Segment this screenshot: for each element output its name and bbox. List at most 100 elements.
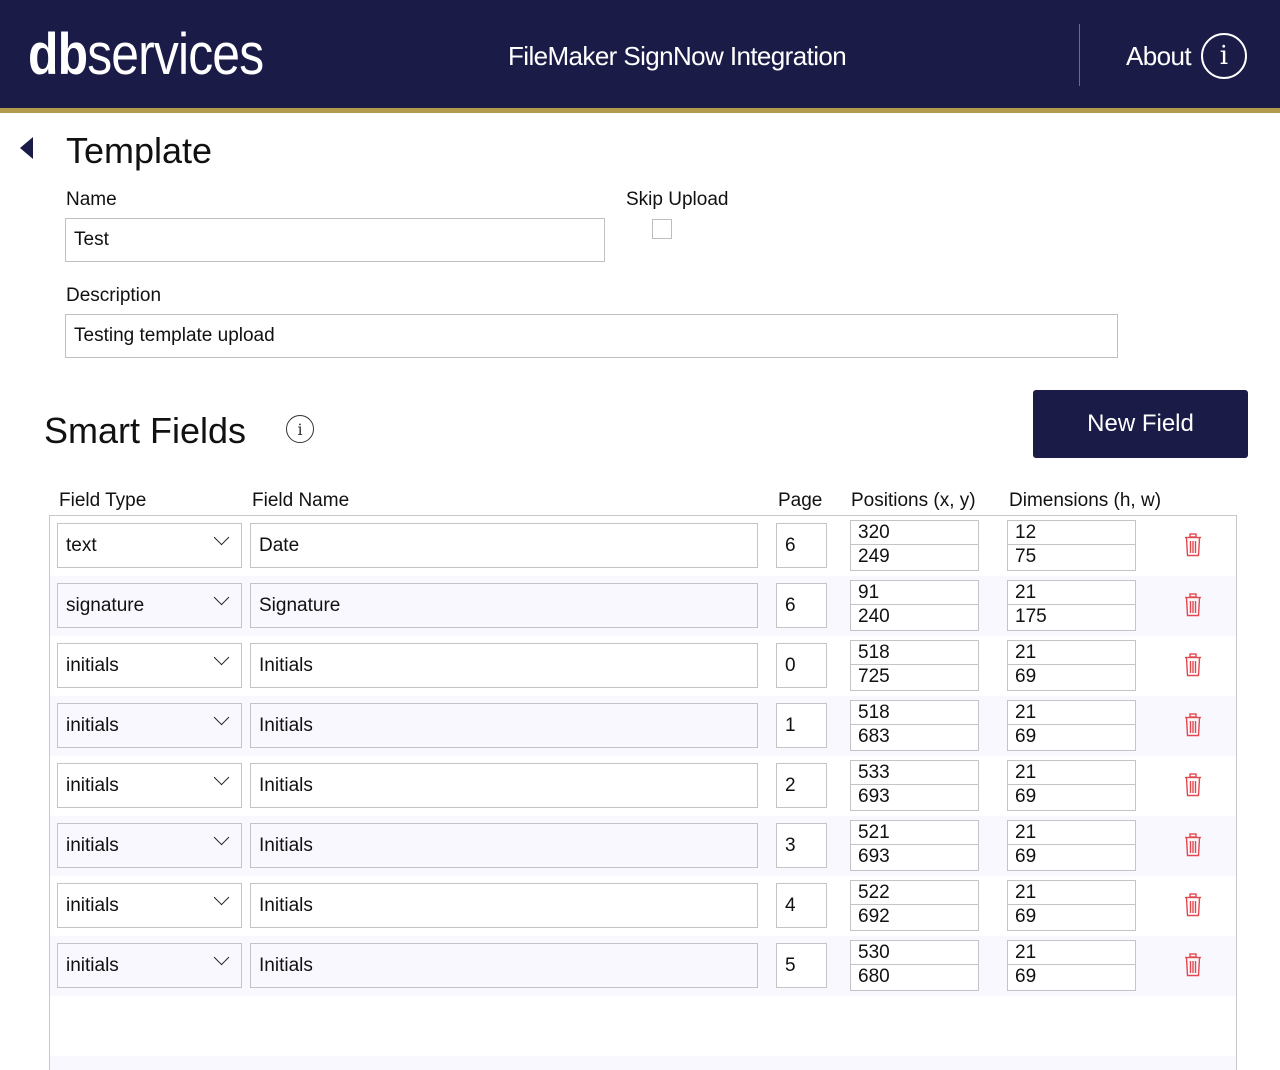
field-type-value: initials (66, 714, 119, 736)
dimension-inputs: 21 175 (1007, 580, 1136, 631)
field-type-select[interactable]: initials (57, 703, 242, 748)
page-input[interactable]: 6 (776, 523, 827, 568)
page-input[interactable]: 4 (776, 883, 827, 928)
position-y-input[interactable]: 240 (850, 605, 979, 631)
field-row: signature Signature 6 91 240 21 175 (50, 576, 1236, 636)
dimension-w-input[interactable]: 175 (1007, 605, 1136, 631)
position-x-input[interactable]: 522 (850, 880, 979, 905)
dimension-h-input[interactable]: 21 (1007, 820, 1136, 845)
field-name-input[interactable]: Initials (250, 823, 758, 868)
field-type-value: signature (66, 594, 145, 616)
position-y-input[interactable]: 693 (850, 845, 979, 871)
position-inputs: 522 692 (850, 880, 979, 931)
about-link[interactable]: About i (1126, 32, 1247, 80)
trash-icon[interactable] (1184, 713, 1202, 737)
field-type-select[interactable]: initials (57, 763, 242, 808)
trash-icon[interactable] (1184, 773, 1202, 797)
dimension-inputs: 21 69 (1007, 940, 1136, 991)
empty-row (50, 1056, 1236, 1070)
chevron-down-icon (213, 649, 230, 666)
field-name-input[interactable]: Initials (250, 643, 758, 688)
dimension-w-input[interactable]: 69 (1007, 845, 1136, 871)
trash-icon[interactable] (1184, 953, 1202, 977)
position-y-input[interactable]: 249 (850, 545, 979, 571)
position-x-input[interactable]: 530 (850, 940, 979, 965)
position-inputs: 521 693 (850, 820, 979, 871)
position-x-input[interactable]: 518 (850, 700, 979, 725)
field-type-value: initials (66, 654, 119, 676)
page-input[interactable]: 3 (776, 823, 827, 868)
field-row: initials Initials 5 530 680 21 69 (50, 936, 1236, 996)
dimension-w-input[interactable]: 75 (1007, 545, 1136, 571)
smart-fields-list: text Date 6 320 249 12 75 signature Signature 6 91… (49, 515, 1237, 1070)
position-x-input[interactable]: 91 (850, 580, 979, 605)
trash-icon[interactable] (1184, 833, 1202, 857)
field-name-input[interactable]: Initials (250, 883, 758, 928)
position-y-input[interactable]: 683 (850, 725, 979, 751)
smart-fields-title: Smart Fields (44, 410, 247, 451)
position-inputs: 533 693 (850, 760, 979, 811)
position-y-input[interactable]: 693 (850, 785, 979, 811)
dimension-inputs: 21 69 (1007, 700, 1136, 751)
column-header-field-name: Field Name (252, 490, 350, 511)
position-x-input[interactable]: 521 (850, 820, 979, 845)
page-input[interactable]: 0 (776, 643, 827, 688)
position-inputs: 320 249 (850, 520, 979, 571)
new-field-button[interactable]: New Field (1033, 390, 1248, 458)
dimension-h-input[interactable]: 21 (1007, 880, 1136, 905)
trash-icon[interactable] (1184, 653, 1202, 677)
skip-upload-checkbox[interactable] (652, 219, 672, 239)
position-y-input[interactable]: 680 (850, 965, 979, 991)
page-input[interactable]: 6 (776, 583, 827, 628)
position-x-input[interactable]: 518 (850, 640, 979, 665)
page-input[interactable]: 1 (776, 703, 827, 748)
dimension-h-input[interactable]: 21 (1007, 580, 1136, 605)
dimension-h-input[interactable]: 21 (1007, 940, 1136, 965)
trash-icon[interactable] (1184, 533, 1202, 557)
dimension-w-input[interactable]: 69 (1007, 725, 1136, 751)
field-type-select[interactable]: initials (57, 823, 242, 868)
chevron-down-icon (213, 889, 230, 906)
position-y-input[interactable]: 692 (850, 905, 979, 931)
field-row: initials Initials 4 522 692 21 69 (50, 876, 1236, 936)
page-input[interactable]: 5 (776, 943, 827, 988)
field-name-input[interactable]: Initials (250, 703, 758, 748)
field-type-select[interactable]: initials (57, 643, 242, 688)
dimension-w-input[interactable]: 69 (1007, 965, 1136, 991)
dimension-h-input[interactable]: 21 (1007, 760, 1136, 785)
dimension-h-input[interactable]: 12 (1007, 520, 1136, 545)
info-icon[interactable]: i (286, 415, 314, 443)
field-name-input[interactable]: Date (250, 523, 758, 568)
description-input[interactable] (65, 314, 1118, 358)
dimension-w-input[interactable]: 69 (1007, 665, 1136, 691)
field-name-input[interactable]: Initials (250, 763, 758, 808)
position-x-input[interactable]: 320 (850, 520, 979, 545)
dimension-w-input[interactable]: 69 (1007, 785, 1136, 811)
header-divider (1079, 24, 1080, 86)
position-y-input[interactable]: 725 (850, 665, 979, 691)
position-inputs: 518 725 (850, 640, 979, 691)
field-type-value: text (66, 534, 97, 556)
back-arrow-icon[interactable] (20, 137, 33, 159)
name-input[interactable] (65, 218, 605, 262)
field-type-select[interactable]: initials (57, 943, 242, 988)
field-type-select[interactable]: signature (57, 583, 242, 628)
dimension-h-input[interactable]: 21 (1007, 640, 1136, 665)
dimension-h-input[interactable]: 21 (1007, 700, 1136, 725)
logo-bold: db (28, 22, 88, 87)
dimension-w-input[interactable]: 69 (1007, 905, 1136, 931)
position-x-input[interactable]: 533 (850, 760, 979, 785)
field-type-value: initials (66, 954, 119, 976)
field-name-input[interactable]: Signature (250, 583, 758, 628)
page-input[interactable]: 2 (776, 763, 827, 808)
field-type-select[interactable]: initials (57, 883, 242, 928)
field-name-input[interactable]: Initials (250, 943, 758, 988)
dimension-inputs: 21 69 (1007, 820, 1136, 871)
description-label: Description (66, 285, 162, 306)
trash-icon[interactable] (1184, 893, 1202, 917)
trash-icon[interactable] (1184, 593, 1202, 617)
app-header: dbservices FileMaker SignNow Integration… (0, 0, 1280, 110)
dimension-inputs: 12 75 (1007, 520, 1136, 571)
position-inputs: 530 680 (850, 940, 979, 991)
field-type-select[interactable]: text (57, 523, 242, 568)
